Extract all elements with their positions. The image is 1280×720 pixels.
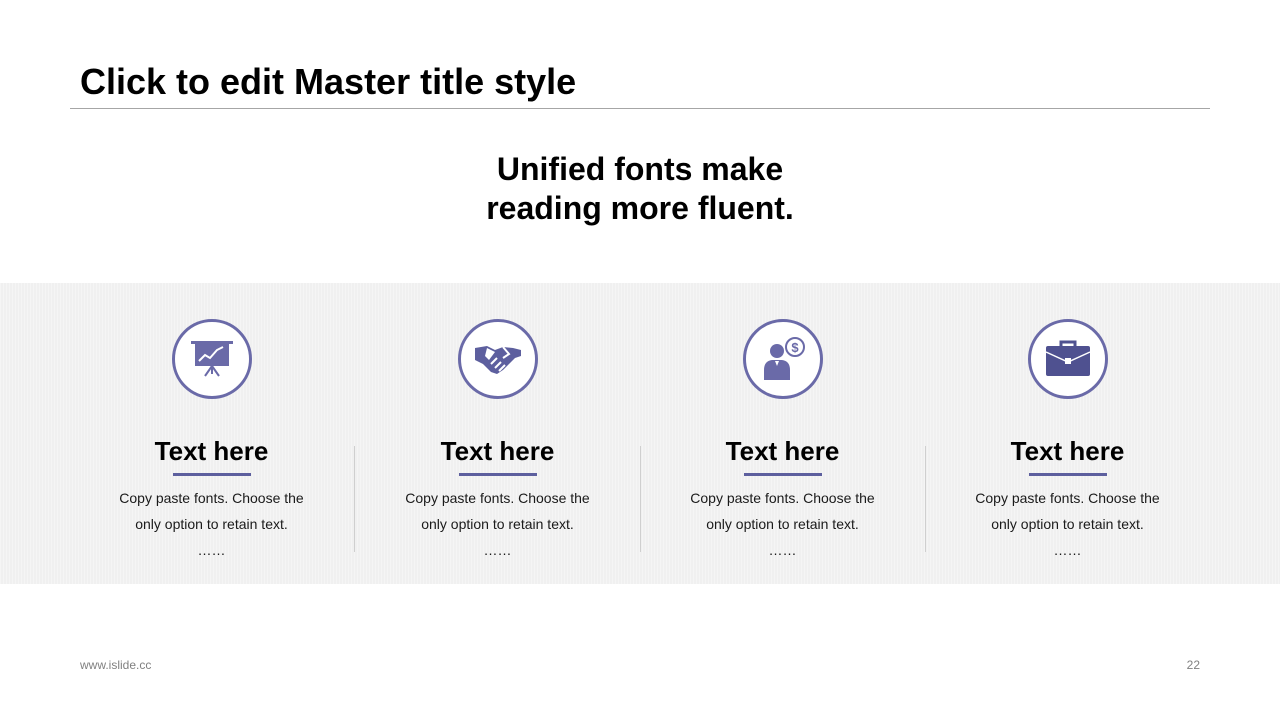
body-ellipsis: …… <box>1053 542 1082 558</box>
body-ellipsis: …… <box>197 542 226 558</box>
body-line-1: Copy paste fonts. Choose the <box>975 490 1160 506</box>
slide: Click to edit Master title style Unified… <box>0 0 1280 720</box>
feature-card-title[interactable]: Text here <box>355 435 640 467</box>
body-ellipsis: …… <box>483 542 512 558</box>
title-underline <box>744 473 822 476</box>
subtitle-line-2: reading more fluent. <box>486 190 794 226</box>
title-divider <box>70 108 1210 109</box>
body-line-2: only option to retain text. <box>135 516 288 532</box>
businessman-dollar-icon: $ <box>743 319 823 399</box>
slide-title[interactable]: Click to edit Master title style <box>80 60 576 104</box>
page-number: 22 <box>1186 658 1200 672</box>
body-line-2: only option to retain text. <box>421 516 574 532</box>
footer-website: www.islide.cc <box>80 658 152 672</box>
body-line-1: Copy paste fonts. Choose the <box>690 490 875 506</box>
title-underline <box>1029 473 1107 476</box>
svg-text:$: $ <box>791 340 799 355</box>
body-line-1: Copy paste fonts. Choose the <box>119 490 304 506</box>
handshake-icon <box>458 319 538 399</box>
presentation-chart-icon <box>172 319 252 399</box>
slide-subtitle[interactable]: Unified fonts make reading more fluent. <box>340 150 940 228</box>
feature-card-body[interactable]: Copy paste fonts. Choose the only option… <box>640 485 925 563</box>
feature-card-2: Text here Copy paste fonts. Choose the o… <box>355 283 640 584</box>
subtitle-line-1: Unified fonts make <box>496 151 784 187</box>
feature-card-1: Text here Copy paste fonts. Choose the o… <box>69 283 354 584</box>
body-line-2: only option to retain text. <box>991 516 1144 532</box>
feature-card-4: Text here Copy paste fonts. Choose the o… <box>925 283 1210 584</box>
feature-card-title[interactable]: Text here <box>925 435 1210 467</box>
feature-card-3: $ Text here Copy paste fonts. Choose the… <box>640 283 925 584</box>
body-line-2: only option to retain text. <box>706 516 859 532</box>
feature-band: Text here Copy paste fonts. Choose the o… <box>0 283 1280 584</box>
title-underline <box>459 473 537 476</box>
feature-card-title[interactable]: Text here <box>640 435 925 467</box>
feature-card-body[interactable]: Copy paste fonts. Choose the only option… <box>925 485 1210 563</box>
feature-card-title[interactable]: Text here <box>69 435 354 467</box>
briefcase-icon <box>1028 319 1108 399</box>
feature-card-body[interactable]: Copy paste fonts. Choose the only option… <box>355 485 640 563</box>
feature-card-body[interactable]: Copy paste fonts. Choose the only option… <box>69 485 354 563</box>
title-underline <box>173 473 251 476</box>
body-line-1: Copy paste fonts. Choose the <box>405 490 590 506</box>
body-ellipsis: …… <box>768 542 797 558</box>
